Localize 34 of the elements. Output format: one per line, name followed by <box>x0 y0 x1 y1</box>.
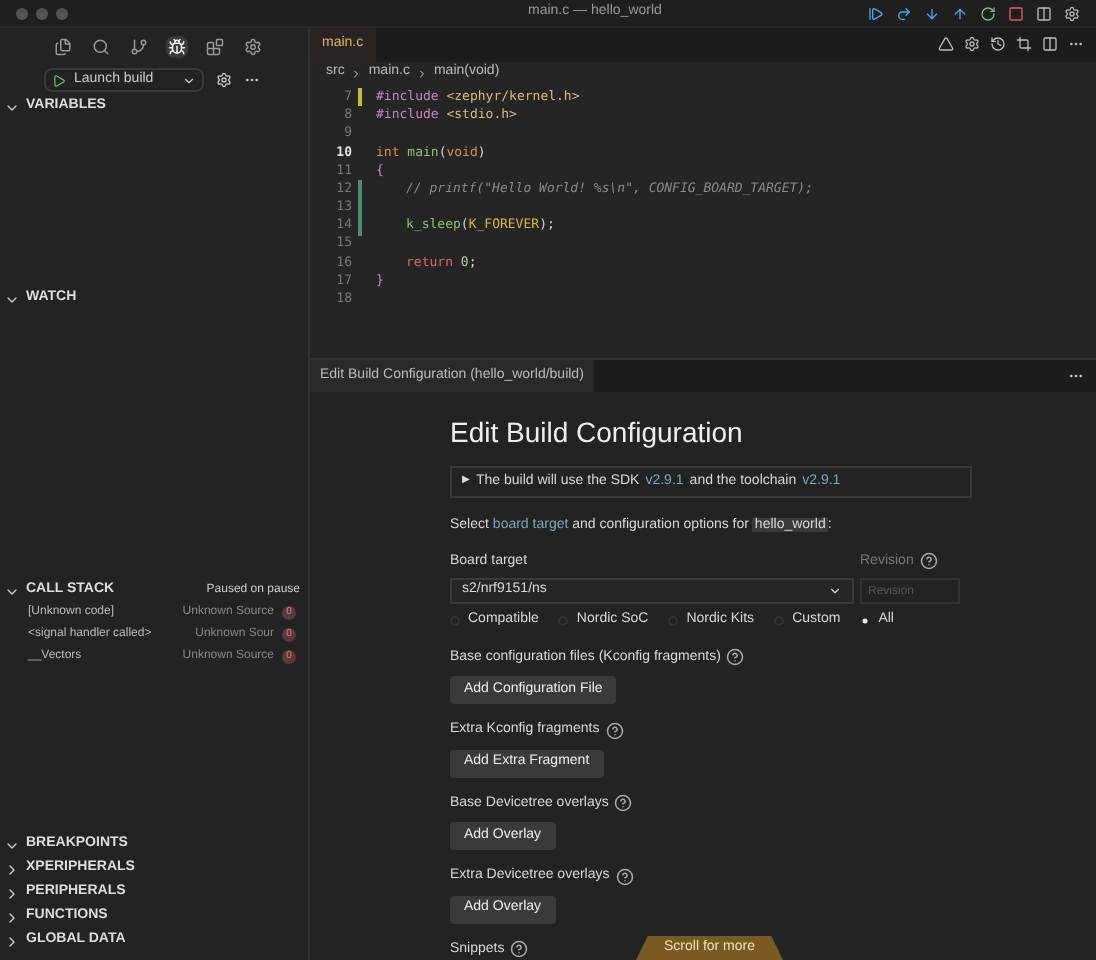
split-icon[interactable] <box>1042 36 1058 53</box>
crop-icon[interactable] <box>1016 36 1032 53</box>
chevron-icon[interactable] <box>182 73 196 87</box>
step-out-icon[interactable] <box>952 5 968 21</box>
help-icon[interactable] <box>726 648 745 667</box>
extensions-icon[interactable] <box>204 35 226 57</box>
history-icon[interactable] <box>990 36 1006 53</box>
step-over-icon[interactable] <box>896 5 912 21</box>
separator-icon <box>350 67 363 80</box>
files-icon[interactable] <box>52 35 74 57</box>
help-icon[interactable] <box>605 721 624 740</box>
help-icon[interactable] <box>919 552 938 571</box>
chevron-icon[interactable] <box>4 909 20 925</box>
chevron-icon[interactable] <box>4 885 20 901</box>
settings-icon[interactable] <box>964 36 980 53</box>
help-icon[interactable] <box>615 867 634 886</box>
search-icon[interactable] <box>90 35 112 57</box>
settings-icon[interactable] <box>1064 5 1080 21</box>
chevron-icon[interactable] <box>828 584 842 598</box>
stop-icon[interactable] <box>1008 5 1024 21</box>
radio-button[interactable] <box>862 618 868 623</box>
chevron-icon[interactable] <box>4 933 20 949</box>
settings-icon[interactable] <box>216 72 232 88</box>
play-icon[interactable] <box>52 73 66 87</box>
layout-icon[interactable] <box>1036 5 1052 21</box>
step-into-icon[interactable] <box>924 5 940 21</box>
branch-icon[interactable] <box>128 35 150 57</box>
continue-icon[interactable] <box>868 5 884 21</box>
help-icon[interactable] <box>614 794 633 813</box>
help-icon[interactable] <box>510 940 529 959</box>
page-heading: Edit Build Configuration <box>450 414 745 452</box>
chevron-icon[interactable] <box>4 861 20 877</box>
restart-icon[interactable] <box>980 5 996 21</box>
separator-icon <box>415 67 428 80</box>
